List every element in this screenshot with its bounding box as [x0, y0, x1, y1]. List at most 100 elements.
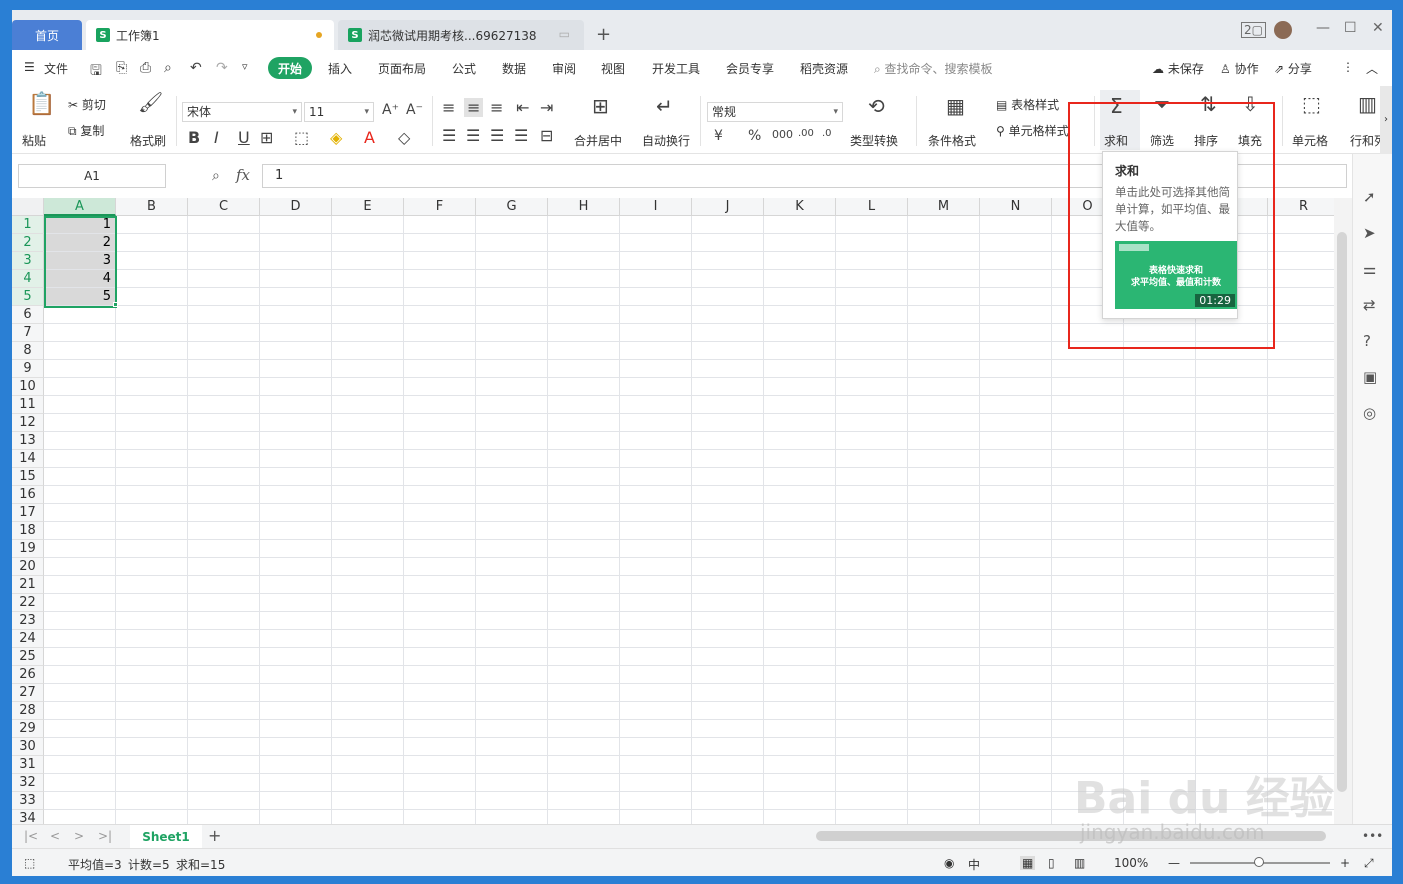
currency-icon[interactable]: ¥ [714, 128, 723, 144]
font-name-select[interactable]: 宋体 [182, 102, 302, 122]
align-top-icon[interactable]: ≡ [442, 98, 455, 117]
distributed-icon[interactable]: ⊟ [540, 126, 553, 145]
menu-formula[interactable]: 公式 [452, 60, 476, 77]
normal-view-icon[interactable]: ▦ [1020, 856, 1036, 870]
paste-button[interactable]: 粘贴 [22, 132, 46, 149]
wrap-icon[interactable]: ↵ [656, 94, 673, 118]
row-header-27[interactable]: 27 [12, 684, 44, 702]
avatar[interactable] [1274, 21, 1292, 39]
zoom-level[interactable]: 100% [1114, 856, 1148, 870]
table-style-button[interactable]: ▤ 表格样式 [996, 96, 1059, 113]
row-header-12[interactable]: 12 [12, 414, 44, 432]
cell-button[interactable]: 单元格 [1292, 132, 1328, 149]
next-sheet-icon[interactable]: > [74, 829, 84, 843]
sheet-tab-sheet1[interactable]: Sheet1 [130, 825, 202, 849]
last-sheet-icon[interactable]: >| [98, 829, 112, 843]
menu-file[interactable]: 文件 [44, 60, 68, 77]
row-header-11[interactable]: 11 [12, 396, 44, 414]
cell-style-button[interactable]: ⚲ 单元格样式 [996, 122, 1069, 139]
collab-button[interactable]: ♙ 协作 [1220, 60, 1259, 77]
row-header-34[interactable]: 34 [12, 810, 44, 824]
chinese-input-icon[interactable]: 中 [968, 856, 980, 873]
tab-home[interactable]: 首页 [12, 20, 82, 50]
row-header-22[interactable]: 22 [12, 594, 44, 612]
justify-icon[interactable]: ☰ [514, 126, 528, 145]
page-layout-view-icon[interactable]: ▯ [1048, 856, 1055, 870]
row-header-6[interactable]: 6 [12, 306, 44, 324]
customize-toolbar-icon[interactable]: ▿ [242, 60, 248, 73]
first-sheet-icon[interactable]: |< [24, 829, 38, 843]
column-header-j[interactable]: J [692, 198, 764, 216]
add-sheet-button[interactable]: + [208, 826, 221, 845]
fx-icon[interactable]: fx [236, 166, 250, 184]
column-header-b[interactable]: B [116, 198, 188, 216]
fill-handle[interactable] [113, 302, 118, 307]
rocket-icon[interactable]: ➚ [1363, 188, 1376, 206]
decrease-decimal-icon[interactable]: .0 [822, 128, 832, 139]
row-header-15[interactable]: 15 [12, 468, 44, 486]
row-header-3[interactable]: 3 [12, 252, 44, 270]
menu-developer[interactable]: 开发工具 [652, 60, 700, 77]
row-header-17[interactable]: 17 [12, 504, 44, 522]
row-header-16[interactable]: 16 [12, 486, 44, 504]
save-icon[interactable]: 🖫 [90, 60, 102, 84]
status-sum[interactable]: 求和=15 [176, 856, 225, 873]
row-header-5[interactable]: 5 [12, 288, 44, 306]
number-format-select[interactable]: 常规 [707, 102, 843, 122]
column-header-e[interactable]: E [332, 198, 404, 216]
close-button[interactable]: ✕ [1372, 20, 1384, 36]
column-header-a[interactable]: A [44, 198, 116, 216]
row-header-18[interactable]: 18 [12, 522, 44, 540]
column-header-l[interactable]: L [836, 198, 908, 216]
collapse-ribbon-icon[interactable]: ︿ [1366, 60, 1378, 77]
search-command[interactable]: ⌕ 查找命令、搜索模板 [874, 60, 993, 77]
decrease-font-icon[interactable]: A⁻ [406, 102, 423, 118]
more-options-icon[interactable]: ••• [1362, 829, 1383, 843]
row-header-20[interactable]: 20 [12, 558, 44, 576]
convert-icon[interactable]: ⟲ [868, 94, 885, 118]
row-header-31[interactable]: 31 [12, 756, 44, 774]
row-header-28[interactable]: 28 [12, 702, 44, 720]
transform-icon[interactable]: ⇄ [1363, 296, 1376, 314]
row-header-7[interactable]: 7 [12, 324, 44, 342]
indent-increase-icon[interactable]: ⇥ [540, 98, 553, 117]
eraser-icon[interactable]: ◇ [398, 128, 410, 147]
conditional-format-icon[interactable]: ▦ [946, 94, 965, 118]
settings-sliders-icon[interactable]: ⚌ [1363, 260, 1376, 278]
indent-decrease-icon[interactable]: ⇤ [516, 98, 529, 117]
row-header-2[interactable]: 2 [12, 234, 44, 252]
menu-member[interactable]: 会员专享 [726, 60, 774, 77]
border-icon[interactable]: ⊞ [260, 128, 273, 147]
unsaved-button[interactable]: ☁ 未保存 [1152, 60, 1204, 77]
minimize-button[interactable]: — [1316, 20, 1330, 36]
zoom-formula-icon[interactable]: ⌕ [212, 168, 220, 184]
align-right-icon[interactable]: ☰ [490, 126, 504, 145]
vertical-scroll-thumb[interactable] [1337, 232, 1347, 792]
row-header-4[interactable]: 4 [12, 270, 44, 288]
idea-icon[interactable]: ◎ [1363, 404, 1376, 422]
copy-button[interactable]: ⧉ 复制 [68, 122, 104, 139]
zoom-out-icon[interactable]: — [1168, 856, 1180, 870]
row-header-25[interactable]: 25 [12, 648, 44, 666]
brush-icon[interactable]: 🖌 [138, 90, 163, 114]
row-header-13[interactable]: 13 [12, 432, 44, 450]
undo-icon[interactable]: ↶ [190, 60, 202, 76]
format-painter-button[interactable]: 格式刷 [130, 132, 166, 149]
row-header-19[interactable]: 19 [12, 540, 44, 558]
maximize-button[interactable]: ☐ [1344, 20, 1357, 36]
column-header-c[interactable]: C [188, 198, 260, 216]
menu-insert[interactable]: 插入 [328, 60, 352, 77]
cut-button[interactable]: ✂ 剪切 [68, 96, 106, 113]
select-all-corner[interactable] [12, 198, 44, 216]
italic-icon[interactable]: I [214, 128, 219, 147]
share-button[interactable]: ⇗ 分享 [1274, 60, 1312, 77]
font-color-icon[interactable]: A [364, 128, 375, 147]
export-pdf-icon[interactable]: ⎘ [116, 60, 127, 76]
column-header-g[interactable]: G [476, 198, 548, 216]
cell-icon[interactable]: ⬚ [1302, 92, 1321, 116]
font-size-select[interactable]: 11 [304, 102, 374, 122]
menu-review[interactable]: 审阅 [552, 60, 576, 77]
menu-view[interactable]: 视图 [601, 60, 625, 77]
type-convert-button[interactable]: 类型转换 [850, 132, 898, 149]
underline-icon[interactable]: U [238, 128, 250, 147]
